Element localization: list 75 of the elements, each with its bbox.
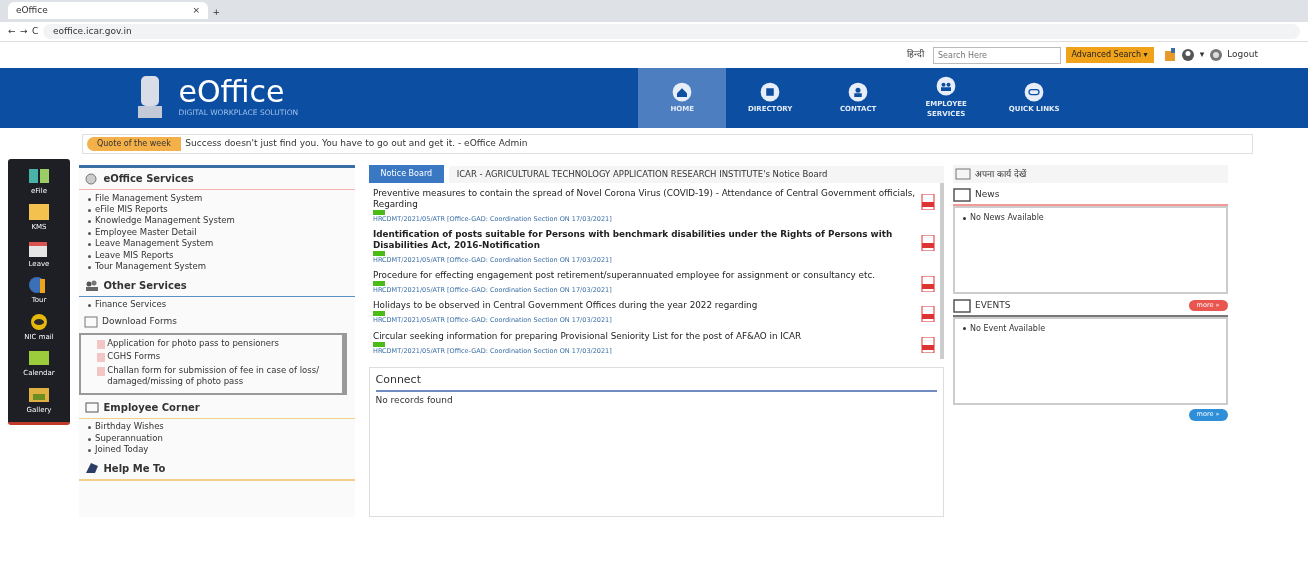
section-title: Help Me To — [103, 461, 166, 476]
service-link[interactable]: Employee Master Detail — [79, 226, 355, 239]
form-title: Challan form for submission of fee in case of loss/ damaged/missing of photo pass — [107, 364, 320, 388]
quote-label: Quote of the week — [87, 137, 181, 151]
new-tab-button[interactable]: + — [212, 5, 221, 19]
employee-link[interactable]: Superannuation — [79, 432, 355, 445]
person-icon — [848, 81, 869, 102]
people-icon — [85, 279, 99, 292]
employee-link[interactable]: Joined Today — [79, 444, 355, 456]
connect-title: Connect — [375, 371, 937, 393]
service-link[interactable]: eFile MIS Reports — [79, 203, 355, 216]
back-button[interactable]: ← — [8, 24, 16, 39]
section-title: eOffice Services — [103, 172, 194, 187]
notice-link[interactable]: Identification of posts suitable for Persons with benchmark disabilities under the Rights of Persons with Disabilities Act, 2016-Notification — [373, 228, 917, 251]
new-badge-icon — [373, 311, 385, 317]
section-title: News — [975, 188, 1001, 201]
empty-message: No Event Available — [970, 322, 1046, 335]
form-title: CGHS Forms — [107, 351, 161, 363]
logout-icon — [1208, 48, 1223, 62]
service-link[interactable]: Finance Services — [79, 299, 355, 311]
empty-message: No records found — [375, 394, 454, 408]
book-icon — [760, 81, 781, 102]
section-title: Employee Corner — [103, 400, 200, 415]
notice-board-title: ICAR - AGRICULTURAL TECHNOLOGY APPLICATION RESEARCH INSTITUTE's Notice Board — [448, 165, 944, 183]
globe-icon — [85, 172, 99, 185]
notice-board-tab[interactable]: Notice Board — [368, 165, 445, 184]
logout-link[interactable]: Logout — [1227, 48, 1258, 62]
notice-link[interactable]: Preventive measures to contain the spread of Novel Corona Virus (COVID-19) - Attendance of Central Government officials, Regarding — [373, 187, 917, 210]
form-link[interactable]: Challan form for submission of fee in case of loss/ damaged/missing of photo pass — [97, 363, 338, 389]
reload-button[interactable]: C — [32, 24, 39, 39]
empty-message: No News Available — [970, 212, 1044, 224]
pdf-icon — [921, 306, 935, 323]
quote-text: Success doesn't just find you. You have to go out and get it. - eOffice Admin — [185, 137, 528, 151]
link-icon — [1024, 81, 1045, 102]
bullet-icon — [962, 216, 966, 220]
pdf-icon — [921, 276, 935, 293]
form-link[interactable]: CGHS Forms — [97, 350, 338, 364]
search-field[interactable]: Search Here — [933, 46, 1062, 64]
section-title: Other Services — [103, 279, 187, 294]
form-link[interactable]: Application for photo pass to pensioners — [97, 337, 338, 351]
form-title: Application for photo pass to pensioners — [107, 338, 279, 350]
folder-app-icon — [27, 202, 51, 222]
tab-close-button[interactable]: × — [192, 3, 200, 17]
logo-title: eOffice — [178, 77, 285, 108]
section-title: EVENTS — [975, 298, 1012, 312]
notice-link[interactable]: Circular seeking information for preparing Provisional Seniority List for the post of AF&AO in ICAR — [373, 330, 802, 342]
pdf-icon — [921, 234, 935, 251]
apps-title: अपना कार्य देखें — [975, 167, 1026, 181]
pdf-icon — [921, 336, 935, 353]
employee-link[interactable]: Birthday Wishes — [79, 421, 355, 433]
notice-link[interactable]: Holidays to be observed in Central Government Offices during the year 2022 regarding — [373, 300, 758, 312]
service-link[interactable]: File Management System — [79, 192, 355, 204]
new-badge-icon — [373, 281, 385, 287]
language-link[interactable]: हिन्दी — [907, 48, 925, 62]
home-icon — [672, 81, 693, 102]
account-menu-caret[interactable]: ▾ — [1199, 48, 1205, 62]
service-link[interactable]: Leave Management System — [79, 238, 355, 250]
pdf-icon — [921, 193, 935, 210]
forward-button[interactable]: → — [20, 24, 28, 39]
user-icon — [1181, 48, 1196, 62]
new-badge-icon — [373, 209, 385, 215]
new-badge-icon — [373, 341, 385, 347]
help-icon — [85, 462, 99, 475]
advanced-search-button[interactable]: Advanced Search ▾ — [1065, 47, 1154, 63]
notification-icon — [1162, 48, 1177, 62]
notice-link[interactable]: Procedure for effecting engagement post retirement/superannuated employee for assignment or consultancy etc. — [373, 270, 876, 282]
tab-title[interactable]: eOffice — [16, 3, 48, 17]
service-link[interactable]: Knowledge Management System — [79, 215, 355, 227]
section-title: Download Forms — [102, 315, 177, 329]
bullet-icon — [962, 327, 966, 331]
service-link[interactable]: Leave MIS Reports — [79, 249, 355, 262]
people-icon — [936, 76, 957, 97]
service-link[interactable]: Tour Management System — [79, 261, 355, 273]
new-badge-icon — [373, 250, 385, 256]
address-bar[interactable]: eoffice.icar.gov.in — [42, 23, 1300, 40]
